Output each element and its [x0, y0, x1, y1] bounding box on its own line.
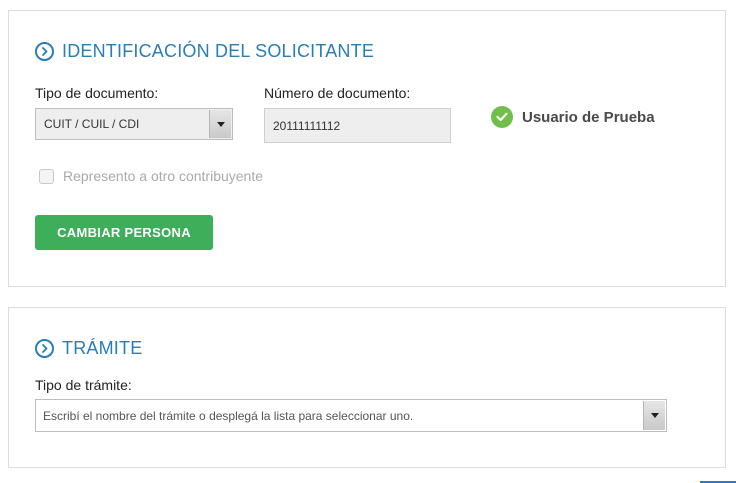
caret-down-icon	[650, 413, 659, 418]
solicitante-panel: IDENTIFICACIÓN DEL SOLICITANTE Tipo de d…	[8, 10, 726, 287]
tramite-panel: TRÁMITE Tipo de trámite: Escribí el nomb…	[8, 307, 726, 468]
tipo-tramite-label: Tipo de trámite:	[35, 377, 132, 393]
check-circle-icon	[491, 106, 513, 128]
solicitante-title: IDENTIFICACIÓN DEL SOLICITANTE	[62, 41, 375, 61]
tipo-tramite-combobox[interactable]: Escribí el nombre del trámite o desplegá…	[35, 399, 667, 432]
chevron-right-circle-icon	[35, 339, 54, 358]
tramite-section-title: TRÁMITE	[35, 338, 142, 359]
solicitante-section-title: IDENTIFICACIÓN DEL SOLICITANTE	[35, 41, 374, 62]
represento-row[interactable]: Represento a otro contribuyente	[39, 168, 263, 184]
usuario-verificado: Usuario de Prueba	[491, 106, 655, 128]
cambiar-persona-button[interactable]: CAMBIAR PERSONA	[35, 215, 213, 250]
tipo-documento-label: Tipo de documento:	[35, 85, 159, 101]
caret-down-icon	[216, 121, 225, 127]
tramite-title: TRÁMITE	[62, 338, 143, 358]
tipo-documento-value: CUIT / CUIL / CDI	[44, 117, 140, 131]
usuario-nombre: Usuario de Prueba	[522, 108, 655, 126]
chevron-right-circle-icon	[35, 42, 54, 61]
tipo-documento-dropdown-button[interactable]	[209, 110, 231, 138]
tipo-tramite-dropdown-button[interactable]	[643, 401, 665, 430]
numero-documento-input[interactable]: 20111111112	[264, 108, 451, 143]
represento-label: Represento a otro contribuyente	[63, 168, 264, 184]
represento-checkbox[interactable]	[39, 168, 54, 184]
numero-documento-value: 20111111112	[273, 118, 341, 133]
tipo-tramite-placeholder: Escribí el nombre del trámite o desplegá…	[43, 408, 414, 423]
tipo-documento-select[interactable]: CUIT / CUIL / CDI	[35, 108, 233, 140]
numero-documento-label: Número de documento:	[264, 85, 411, 101]
